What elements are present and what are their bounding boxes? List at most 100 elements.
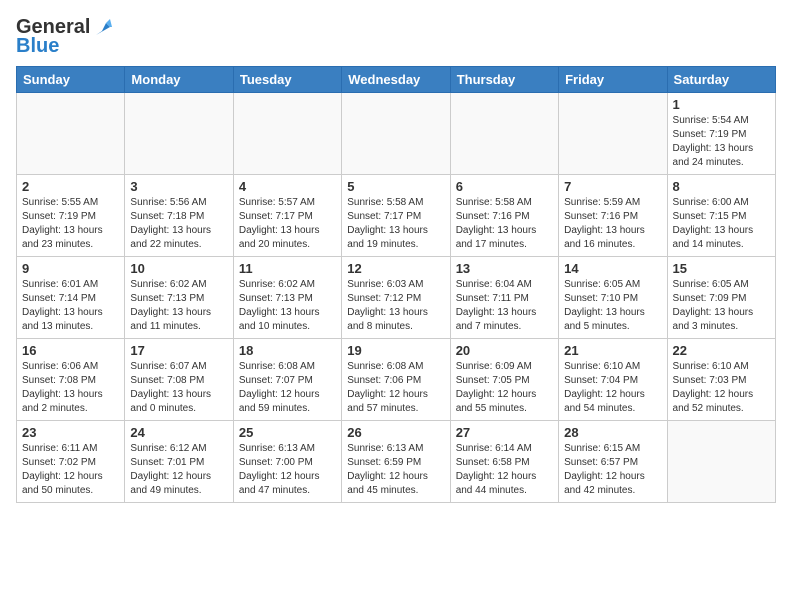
day-number: 3 xyxy=(130,179,227,194)
day-info: Sunrise: 6:09 AM Sunset: 7:05 PM Dayligh… xyxy=(456,360,553,416)
day-info: Sunrise: 6:05 AM Sunset: 7:10 PM Dayligh… xyxy=(564,278,661,334)
day-number: 22 xyxy=(673,343,770,358)
day-info: Sunrise: 5:56 AM Sunset: 7:18 PM Dayligh… xyxy=(130,196,227,252)
calendar-cell: 18 Sunrise: 6:08 AM Sunset: 7:07 PM Dayli… xyxy=(233,339,341,421)
calendar-cell xyxy=(667,421,775,503)
calendar-cell: 17 Sunrise: 6:07 AM Sunset: 7:08 PM Dayli… xyxy=(125,339,233,421)
weekday-header-friday: Friday xyxy=(559,67,667,93)
day-info: Sunrise: 6:10 AM Sunset: 7:03 PM Dayligh… xyxy=(673,360,770,416)
calendar-cell: 10 Sunrise: 6:02 AM Sunset: 7:13 PM Dayli… xyxy=(125,257,233,339)
weekday-header-sunday: Sunday xyxy=(17,67,125,93)
day-number: 26 xyxy=(347,425,444,440)
day-info: Sunrise: 6:11 AM Sunset: 7:02 PM Dayligh… xyxy=(22,442,119,498)
day-number: 18 xyxy=(239,343,336,358)
day-number: 14 xyxy=(564,261,661,276)
calendar-cell: 26 Sunrise: 6:13 AM Sunset: 6:59 PM Dayli… xyxy=(342,421,450,503)
weekday-header-tuesday: Tuesday xyxy=(233,67,341,93)
day-info: Sunrise: 6:02 AM Sunset: 7:13 PM Dayligh… xyxy=(130,278,227,334)
calendar-cell xyxy=(559,93,667,175)
calendar-cell: 8Sunrise: 6:00 AM Sunset: 7:15 PM Daylig… xyxy=(667,175,775,257)
logo: General Blue xyxy=(16,16,114,58)
day-info: Sunrise: 6:13 AM Sunset: 7:00 PM Dayligh… xyxy=(239,442,336,498)
calendar-cell: 20 Sunrise: 6:09 AM Sunset: 7:05 PM Dayli… xyxy=(450,339,558,421)
calendar-cell: 28 Sunrise: 6:15 AM Sunset: 6:57 PM Dayli… xyxy=(559,421,667,503)
day-number: 4 xyxy=(239,179,336,194)
day-number: 27 xyxy=(456,425,553,440)
calendar-cell: 6Sunrise: 5:58 AM Sunset: 7:16 PM Daylig… xyxy=(450,175,558,257)
calendar-cell: 2 Sunrise: 5:55 AM Sunset: 7:19 PM Daylig… xyxy=(17,175,125,257)
calendar-cell xyxy=(342,93,450,175)
week-row-1: 1 Sunrise: 5:54 AM Sunset: 7:19 PM Daylig… xyxy=(17,93,776,175)
day-info: Sunrise: 6:04 AM Sunset: 7:11 PM Dayligh… xyxy=(456,278,553,334)
calendar-cell: 12 Sunrise: 6:03 AM Sunset: 7:12 PM Dayli… xyxy=(342,257,450,339)
page-header: General Blue xyxy=(16,16,776,58)
day-number: 10 xyxy=(130,261,227,276)
day-number: 21 xyxy=(564,343,661,358)
day-info: Sunrise: 6:12 AM Sunset: 7:01 PM Dayligh… xyxy=(130,442,227,498)
day-info: Sunrise: 5:55 AM Sunset: 7:19 PM Dayligh… xyxy=(22,196,119,252)
calendar-cell: 9 Sunrise: 6:01 AM Sunset: 7:14 PM Daylig… xyxy=(17,257,125,339)
calendar-cell: 5 Sunrise: 5:58 AM Sunset: 7:17 PM Daylig… xyxy=(342,175,450,257)
day-number: 28 xyxy=(564,425,661,440)
day-info: Sunrise: 6:10 AM Sunset: 7:04 PM Dayligh… xyxy=(564,360,661,416)
day-info: Sunrise: 6:05 AM Sunset: 7:09 PM Dayligh… xyxy=(673,278,770,334)
day-number: 25 xyxy=(239,425,336,440)
calendar-cell: 14 Sunrise: 6:05 AM Sunset: 7:10 PM Dayli… xyxy=(559,257,667,339)
day-number: 6 xyxy=(456,179,553,194)
week-row-4: 16 Sunrise: 6:06 AM Sunset: 7:08 PM Dayli… xyxy=(17,339,776,421)
weekday-header-thursday: Thursday xyxy=(450,67,558,93)
calendar-cell xyxy=(450,93,558,175)
day-number: 11 xyxy=(239,261,336,276)
day-info: Sunrise: 6:15 AM Sunset: 6:57 PM Dayligh… xyxy=(564,442,661,498)
day-info: Sunrise: 6:13 AM Sunset: 6:59 PM Dayligh… xyxy=(347,442,444,498)
calendar-cell: 21 Sunrise: 6:10 AM Sunset: 7:04 PM Dayli… xyxy=(559,339,667,421)
day-info: Sunrise: 5:59 AM Sunset: 7:16 PM Dayligh… xyxy=(564,196,661,252)
day-info: Sunrise: 5:54 AM Sunset: 7:19 PM Dayligh… xyxy=(673,114,770,170)
calendar-cell: 3 Sunrise: 5:56 AM Sunset: 7:18 PM Daylig… xyxy=(125,175,233,257)
week-row-3: 9 Sunrise: 6:01 AM Sunset: 7:14 PM Daylig… xyxy=(17,257,776,339)
week-row-2: 2 Sunrise: 5:55 AM Sunset: 7:19 PM Daylig… xyxy=(17,175,776,257)
day-info: Sunrise: 5:58 AM Sunset: 7:17 PM Dayligh… xyxy=(347,196,444,252)
day-number: 2 xyxy=(22,179,119,194)
day-info: Sunrise: 5:57 AM Sunset: 7:17 PM Dayligh… xyxy=(239,196,336,252)
calendar-cell: 13 Sunrise: 6:04 AM Sunset: 7:11 PM Dayli… xyxy=(450,257,558,339)
day-number: 20 xyxy=(456,343,553,358)
calendar-cell: 25 Sunrise: 6:13 AM Sunset: 7:00 PM Dayli… xyxy=(233,421,341,503)
calendar-cell: 22 Sunrise: 6:10 AM Sunset: 7:03 PM Dayli… xyxy=(667,339,775,421)
day-info: Sunrise: 6:06 AM Sunset: 7:08 PM Dayligh… xyxy=(22,360,119,416)
calendar-cell xyxy=(17,93,125,175)
calendar-cell: 24 Sunrise: 6:12 AM Sunset: 7:01 PM Dayli… xyxy=(125,421,233,503)
weekday-header-row: SundayMondayTuesdayWednesdayThursdayFrid… xyxy=(17,67,776,93)
day-number: 7 xyxy=(564,179,661,194)
calendar-cell: 15 Sunrise: 6:05 AM Sunset: 7:09 PM Dayli… xyxy=(667,257,775,339)
day-number: 1 xyxy=(673,97,770,112)
day-number: 23 xyxy=(22,425,119,440)
day-info: Sunrise: 6:07 AM Sunset: 7:08 PM Dayligh… xyxy=(130,360,227,416)
day-info: Sunrise: 6:03 AM Sunset: 7:12 PM Dayligh… xyxy=(347,278,444,334)
calendar-cell: 16 Sunrise: 6:06 AM Sunset: 7:08 PM Dayli… xyxy=(17,339,125,421)
day-number: 17 xyxy=(130,343,227,358)
day-number: 5 xyxy=(347,179,444,194)
weekday-header-wednesday: Wednesday xyxy=(342,67,450,93)
day-info: Sunrise: 6:02 AM Sunset: 7:13 PM Dayligh… xyxy=(239,278,336,334)
day-number: 15 xyxy=(673,261,770,276)
calendar-cell: 1 Sunrise: 5:54 AM Sunset: 7:19 PM Daylig… xyxy=(667,93,775,175)
weekday-header-saturday: Saturday xyxy=(667,67,775,93)
weekday-header-monday: Monday xyxy=(125,67,233,93)
day-info: Sunrise: 6:08 AM Sunset: 7:06 PM Dayligh… xyxy=(347,360,444,416)
week-row-5: 23 Sunrise: 6:11 AM Sunset: 7:02 PM Dayli… xyxy=(17,421,776,503)
day-info: Sunrise: 6:08 AM Sunset: 7:07 PM Dayligh… xyxy=(239,360,336,416)
day-number: 9 xyxy=(22,261,119,276)
day-number: 24 xyxy=(130,425,227,440)
calendar-cell xyxy=(125,93,233,175)
calendar-cell: 7 Sunrise: 5:59 AM Sunset: 7:16 PM Daylig… xyxy=(559,175,667,257)
calendar-cell: 23 Sunrise: 6:11 AM Sunset: 7:02 PM Dayli… xyxy=(17,421,125,503)
day-number: 13 xyxy=(456,261,553,276)
calendar-cell: 4 Sunrise: 5:57 AM Sunset: 7:17 PM Daylig… xyxy=(233,175,341,257)
day-number: 8 xyxy=(673,179,770,194)
day-info: Sunrise: 6:01 AM Sunset: 7:14 PM Dayligh… xyxy=(22,278,119,334)
logo-blue: Blue xyxy=(16,35,59,58)
day-number: 12 xyxy=(347,261,444,276)
day-number: 16 xyxy=(22,343,119,358)
calendar-cell: 19Sunrise: 6:08 AM Sunset: 7:06 PM Dayli… xyxy=(342,339,450,421)
